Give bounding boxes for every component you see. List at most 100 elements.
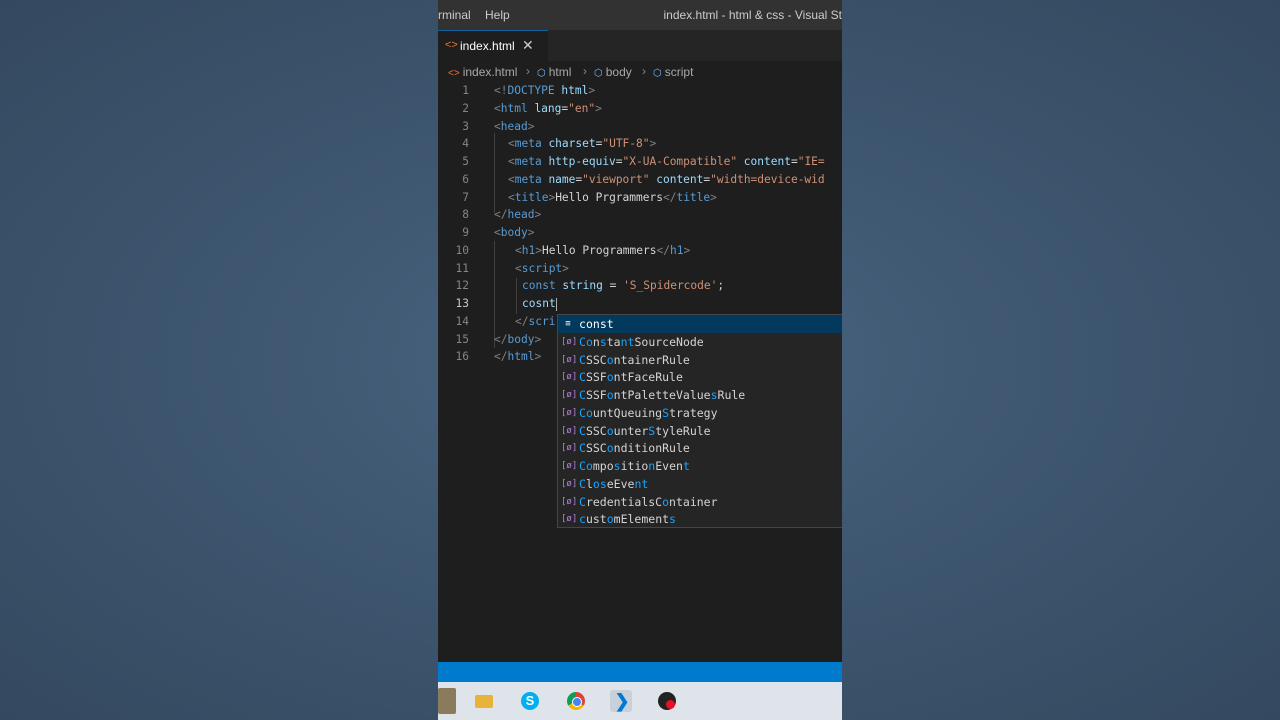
code-token: < — [494, 120, 501, 133]
code-token: > — [562, 262, 569, 275]
code-token: > — [649, 137, 657, 150]
html-file-icon: <> — [445, 39, 458, 51]
suggestion-item[interactable]: [ø] CSSFontFaceRule — [558, 368, 842, 386]
code-token: html — [500, 102, 528, 115]
code-token: < — [508, 137, 515, 150]
vscode-logo: ❯ — [614, 691, 630, 711]
code-token: > — [588, 84, 596, 97]
code-line: <title>Hello Prgrammers</title> — [508, 189, 717, 207]
breadcrumb-body[interactable]: ⬡ body — [594, 65, 632, 79]
code-line: </scri — [515, 313, 555, 331]
line-number: 14 — [455, 315, 469, 328]
variable-icon: [ø] — [561, 408, 578, 418]
vscode-icon[interactable]: ❯ — [610, 690, 632, 712]
suggestion-label: CSSConditionRule — [579, 441, 690, 455]
taskbar: S ❯ — [438, 682, 842, 720]
variable-icon: [ø] — [561, 426, 578, 436]
code-token: h1 — [521, 244, 536, 257]
text-cursor — [555, 297, 557, 311]
code-line: <html lang="en"> — [494, 100, 602, 118]
line-number: 3 — [462, 120, 469, 133]
line-number: 15 — [455, 333, 469, 346]
code-token: > — [710, 191, 717, 204]
file-explorer-icon[interactable] — [473, 690, 495, 712]
code-token: = — [602, 279, 624, 292]
variable-icon: [ø] — [561, 355, 578, 365]
start-icon[interactable] — [438, 688, 456, 714]
code-token: html — [507, 350, 535, 363]
suggestion-item[interactable]: ≡ const — [558, 315, 842, 333]
suggestion-label: CSSFontFaceRule — [579, 370, 683, 384]
skype-icon[interactable]: S — [519, 690, 541, 712]
code-line: </body> — [494, 331, 541, 349]
suggestion-item[interactable]: [ø] customElements — [558, 510, 842, 528]
code-token: 'S_Spidercode' — [623, 279, 718, 292]
code-line-active: cosnt — [522, 295, 557, 313]
code-token: title — [676, 191, 711, 204]
chrome-icon[interactable] — [565, 690, 587, 712]
suggestion-label: CSSCounterStyleRule — [579, 424, 711, 438]
suggestion-item[interactable]: [ø] CompositionEvent — [558, 457, 842, 475]
code-token: < — [494, 102, 501, 115]
suggestion-item[interactable]: [ø] CountQueuingStrategy — [558, 404, 842, 422]
variable-icon: [ø] — [561, 443, 578, 453]
code-token: ; — [717, 279, 725, 292]
suggestion-label: CSSFontPaletteValuesRule — [579, 388, 746, 402]
code-token: < — [508, 155, 515, 168]
code-line: <meta name="viewport" content="width=dev… — [508, 171, 825, 189]
line-number: 1 — [462, 84, 469, 97]
suggestion-item[interactable]: [ø] ConstantSourceNode — [558, 333, 842, 351]
suggestion-label: CountQueuingStrategy — [579, 406, 718, 420]
code-token: </ — [494, 333, 508, 346]
code-token: content — [649, 173, 704, 186]
skype-logo: S — [521, 692, 539, 710]
menu-help[interactable]: Help — [485, 8, 510, 22]
code-line: <meta charset="UTF-8"> — [508, 135, 656, 153]
close-icon[interactable]: ✕ — [522, 37, 534, 54]
suggestion-item[interactable]: [ø] CSSCounterStyleRule — [558, 422, 842, 440]
breadcrumb-script[interactable]: ⬡ script — [653, 65, 693, 79]
breadcrumb-file[interactable]: <> index.html — [448, 65, 517, 79]
element-icon: ⬡ — [653, 68, 662, 79]
indent-guide — [494, 133, 495, 213]
code-token: Hello Prgrammers — [555, 191, 663, 204]
code-token: DOCTYPE — [507, 84, 555, 97]
indent-guide — [516, 278, 517, 314]
suggestion-item[interactable]: [ø] CredentialsContainer — [558, 493, 842, 511]
code-token: cosnt — [522, 297, 556, 310]
chrome-center — [572, 697, 582, 707]
variable-icon: [ø] — [561, 479, 578, 489]
menu-terminal[interactable]: rminal — [438, 8, 471, 22]
code-token: title — [514, 191, 549, 204]
line-number: 16 — [455, 350, 469, 363]
recorder-icon[interactable] — [656, 690, 678, 712]
code-line: <meta http-equiv="X-UA-Compatible" conte… — [508, 153, 825, 171]
variable-icon: [ø] — [561, 337, 578, 347]
line-number: 9 — [462, 226, 469, 239]
window-title: index.html - html & css - Visual St — [663, 8, 843, 22]
code-token: head — [507, 208, 535, 221]
code-line: </head> — [494, 206, 541, 224]
code-token: name — [541, 173, 576, 186]
tab-index-html[interactable]: <> index.html ✕ — [438, 30, 548, 61]
line-number: 4 — [462, 137, 469, 150]
status-bar — [438, 662, 842, 682]
code-token: head — [500, 120, 528, 133]
code-token: <! — [494, 84, 508, 97]
suggestion-item[interactable]: [ø] CloseEvent — [558, 475, 842, 493]
code-token: "UTF-8" — [602, 137, 650, 150]
suggestion-item[interactable]: [ø] CSSConditionRule — [558, 439, 842, 457]
code-token: > — [527, 226, 535, 239]
code-token: > — [683, 244, 691, 257]
line-number: 11 — [455, 262, 469, 275]
vscode-window: rminal Help index.html - html & css - Vi… — [438, 0, 842, 720]
code-token: </ — [515, 315, 529, 328]
variable-icon: [ø] — [561, 497, 578, 507]
suggestion-item[interactable]: [ø] CSSFontPaletteValuesRule — [558, 386, 842, 404]
suggestion-item[interactable]: [ø] CSSContainerRule — [558, 351, 842, 369]
suggestion-label: CredentialsContainer — [579, 495, 718, 509]
line-number: 6 — [462, 173, 469, 186]
code-line: <script> — [515, 260, 569, 278]
code-token: html — [554, 84, 589, 97]
breadcrumb-html[interactable]: ⬡ html — [537, 65, 571, 79]
